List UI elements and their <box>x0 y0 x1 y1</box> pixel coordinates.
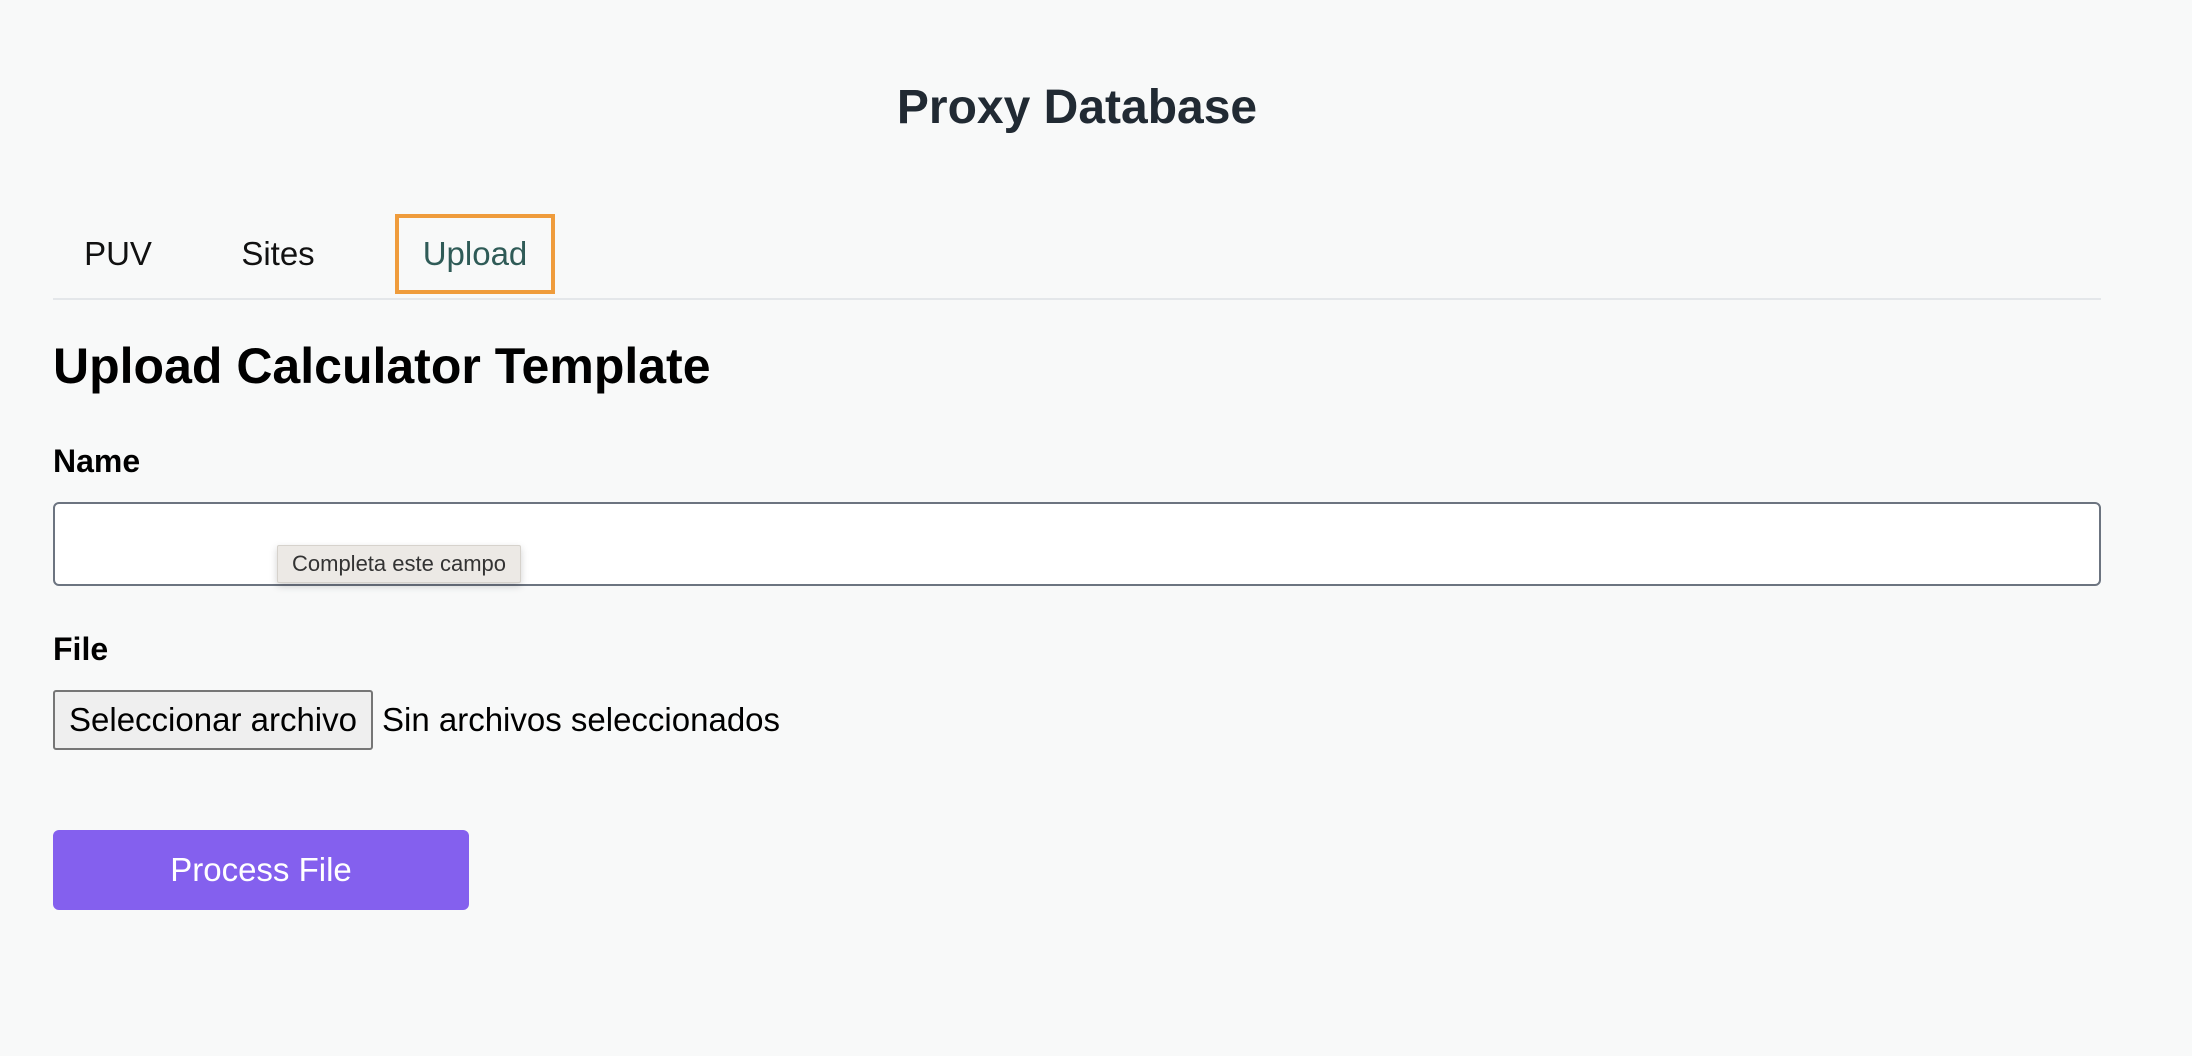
process-file-button[interactable]: Process File <box>53 830 469 910</box>
tab-puv[interactable]: PUV <box>53 214 183 294</box>
name-label: Name <box>53 443 141 479</box>
select-file-button[interactable]: Seleccionar archivo <box>53 690 373 750</box>
file-status: Sin archivos seleccionados <box>381 701 781 738</box>
file-label: File <box>53 631 109 667</box>
page-heading: Upload Calculator Template <box>53 338 711 394</box>
tab-upload[interactable]: Upload <box>395 214 555 294</box>
app-title: Proxy Database <box>896 81 1258 134</box>
tab-bar: PUV Sites Upload <box>53 214 2101 300</box>
file-picker: Seleccionar archivo Sin archivos selecci… <box>53 690 780 750</box>
validation-tooltip: Completa este campo <box>277 545 521 583</box>
tab-sites[interactable]: Sites <box>213 214 343 294</box>
